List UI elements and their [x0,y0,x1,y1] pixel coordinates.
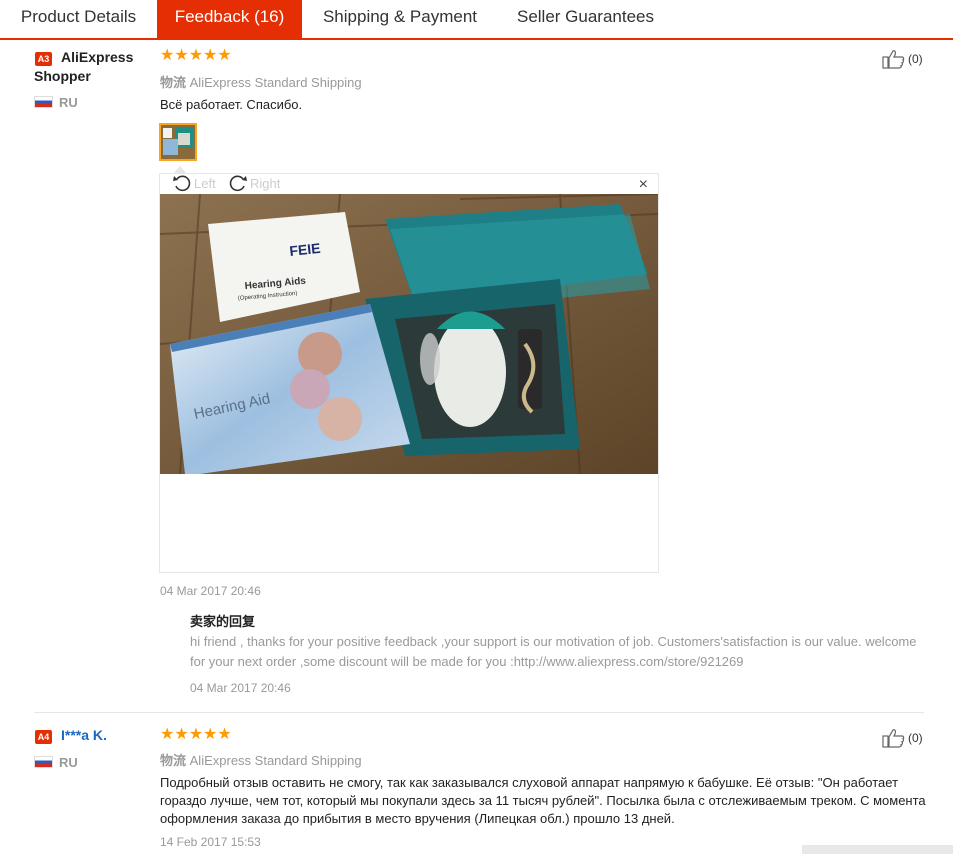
shipping-method: AliExpress Standard Shipping [189,75,362,90]
buyer-country: RU [59,95,78,110]
seller-reply-date: 04 Mar 2017 20:46 [190,681,291,695]
thumbs-up-icon [882,729,905,748]
shipping-info: 物流 AliExpress Standard Shipping [160,72,362,91]
star-rating: ★★★★★ [160,726,232,743]
review-divider [34,712,924,713]
photo-brand-text: FEIE [289,240,322,259]
like-count: (0) [908,731,923,745]
review-date: 14 Feb 2017 15:53 [160,835,261,849]
review-text: Подробный отзыв оставить не смогу, так к… [160,775,926,826]
buyer-name[interactable]: I***a K. [61,726,107,745]
viewer-toolbar: Left Right × [160,174,658,194]
seller-reply-text: hi friend , thanks for your positive fee… [190,634,917,669]
like-button[interactable]: (0) [882,728,923,748]
like-button[interactable]: (0) [882,49,923,69]
tab-seller-guarantees[interactable]: Seller Guarantees [498,0,673,38]
image-viewer: Left Right × FEIE Hearing Aids (Operatin… [159,173,659,573]
photo-thumbnail-image [161,125,195,159]
rotate-right-button[interactable]: Right [228,174,280,192]
rotate-left-icon [173,175,191,192]
review-photo-thumbnail[interactable] [159,123,197,161]
buyer-level-badge: A4 [35,730,52,744]
shipping-info: 物流 AliExpress Standard Shipping [160,750,362,769]
tab-bar: Product Details Feedback (16) Shipping &… [0,0,953,40]
review-text: Всё работает. Спасибо. [160,97,303,112]
shipping-prefix: 物流 [160,75,187,90]
shipping-method: AliExpress Standard Shipping [189,753,362,768]
tab-product-details[interactable]: Product Details [0,0,157,38]
shipping-prefix: 物流 [160,753,187,768]
seller-reply-title: 卖家的回复 [190,614,256,629]
rotate-left-button[interactable]: Left [172,174,216,192]
tab-feedback[interactable]: Feedback (16) [157,0,302,38]
russia-flag-icon [34,96,53,108]
viewer-pointer [174,166,186,173]
close-icon[interactable]: × [639,176,648,194]
review-photo-large: FEIE Hearing Aids (Operating Instruction… [160,194,658,474]
tab-shipping-payment[interactable]: Shipping & Payment [302,0,498,38]
horizontal-scrollbar[interactable] [802,845,953,854]
russia-flag-icon [34,756,53,768]
like-count: (0) [908,52,923,66]
star-rating: ★★★★★ [160,47,232,64]
rotate-right-label: Right [250,175,281,191]
rotate-right-icon [229,175,247,192]
review-date: 04 Mar 2017 20:46 [160,584,261,598]
buyer-country: RU [59,755,78,770]
rotate-left-label: Left [194,175,216,191]
buyer-name: AliExpress Shopper [34,49,134,84]
thumbs-up-icon [882,50,905,69]
